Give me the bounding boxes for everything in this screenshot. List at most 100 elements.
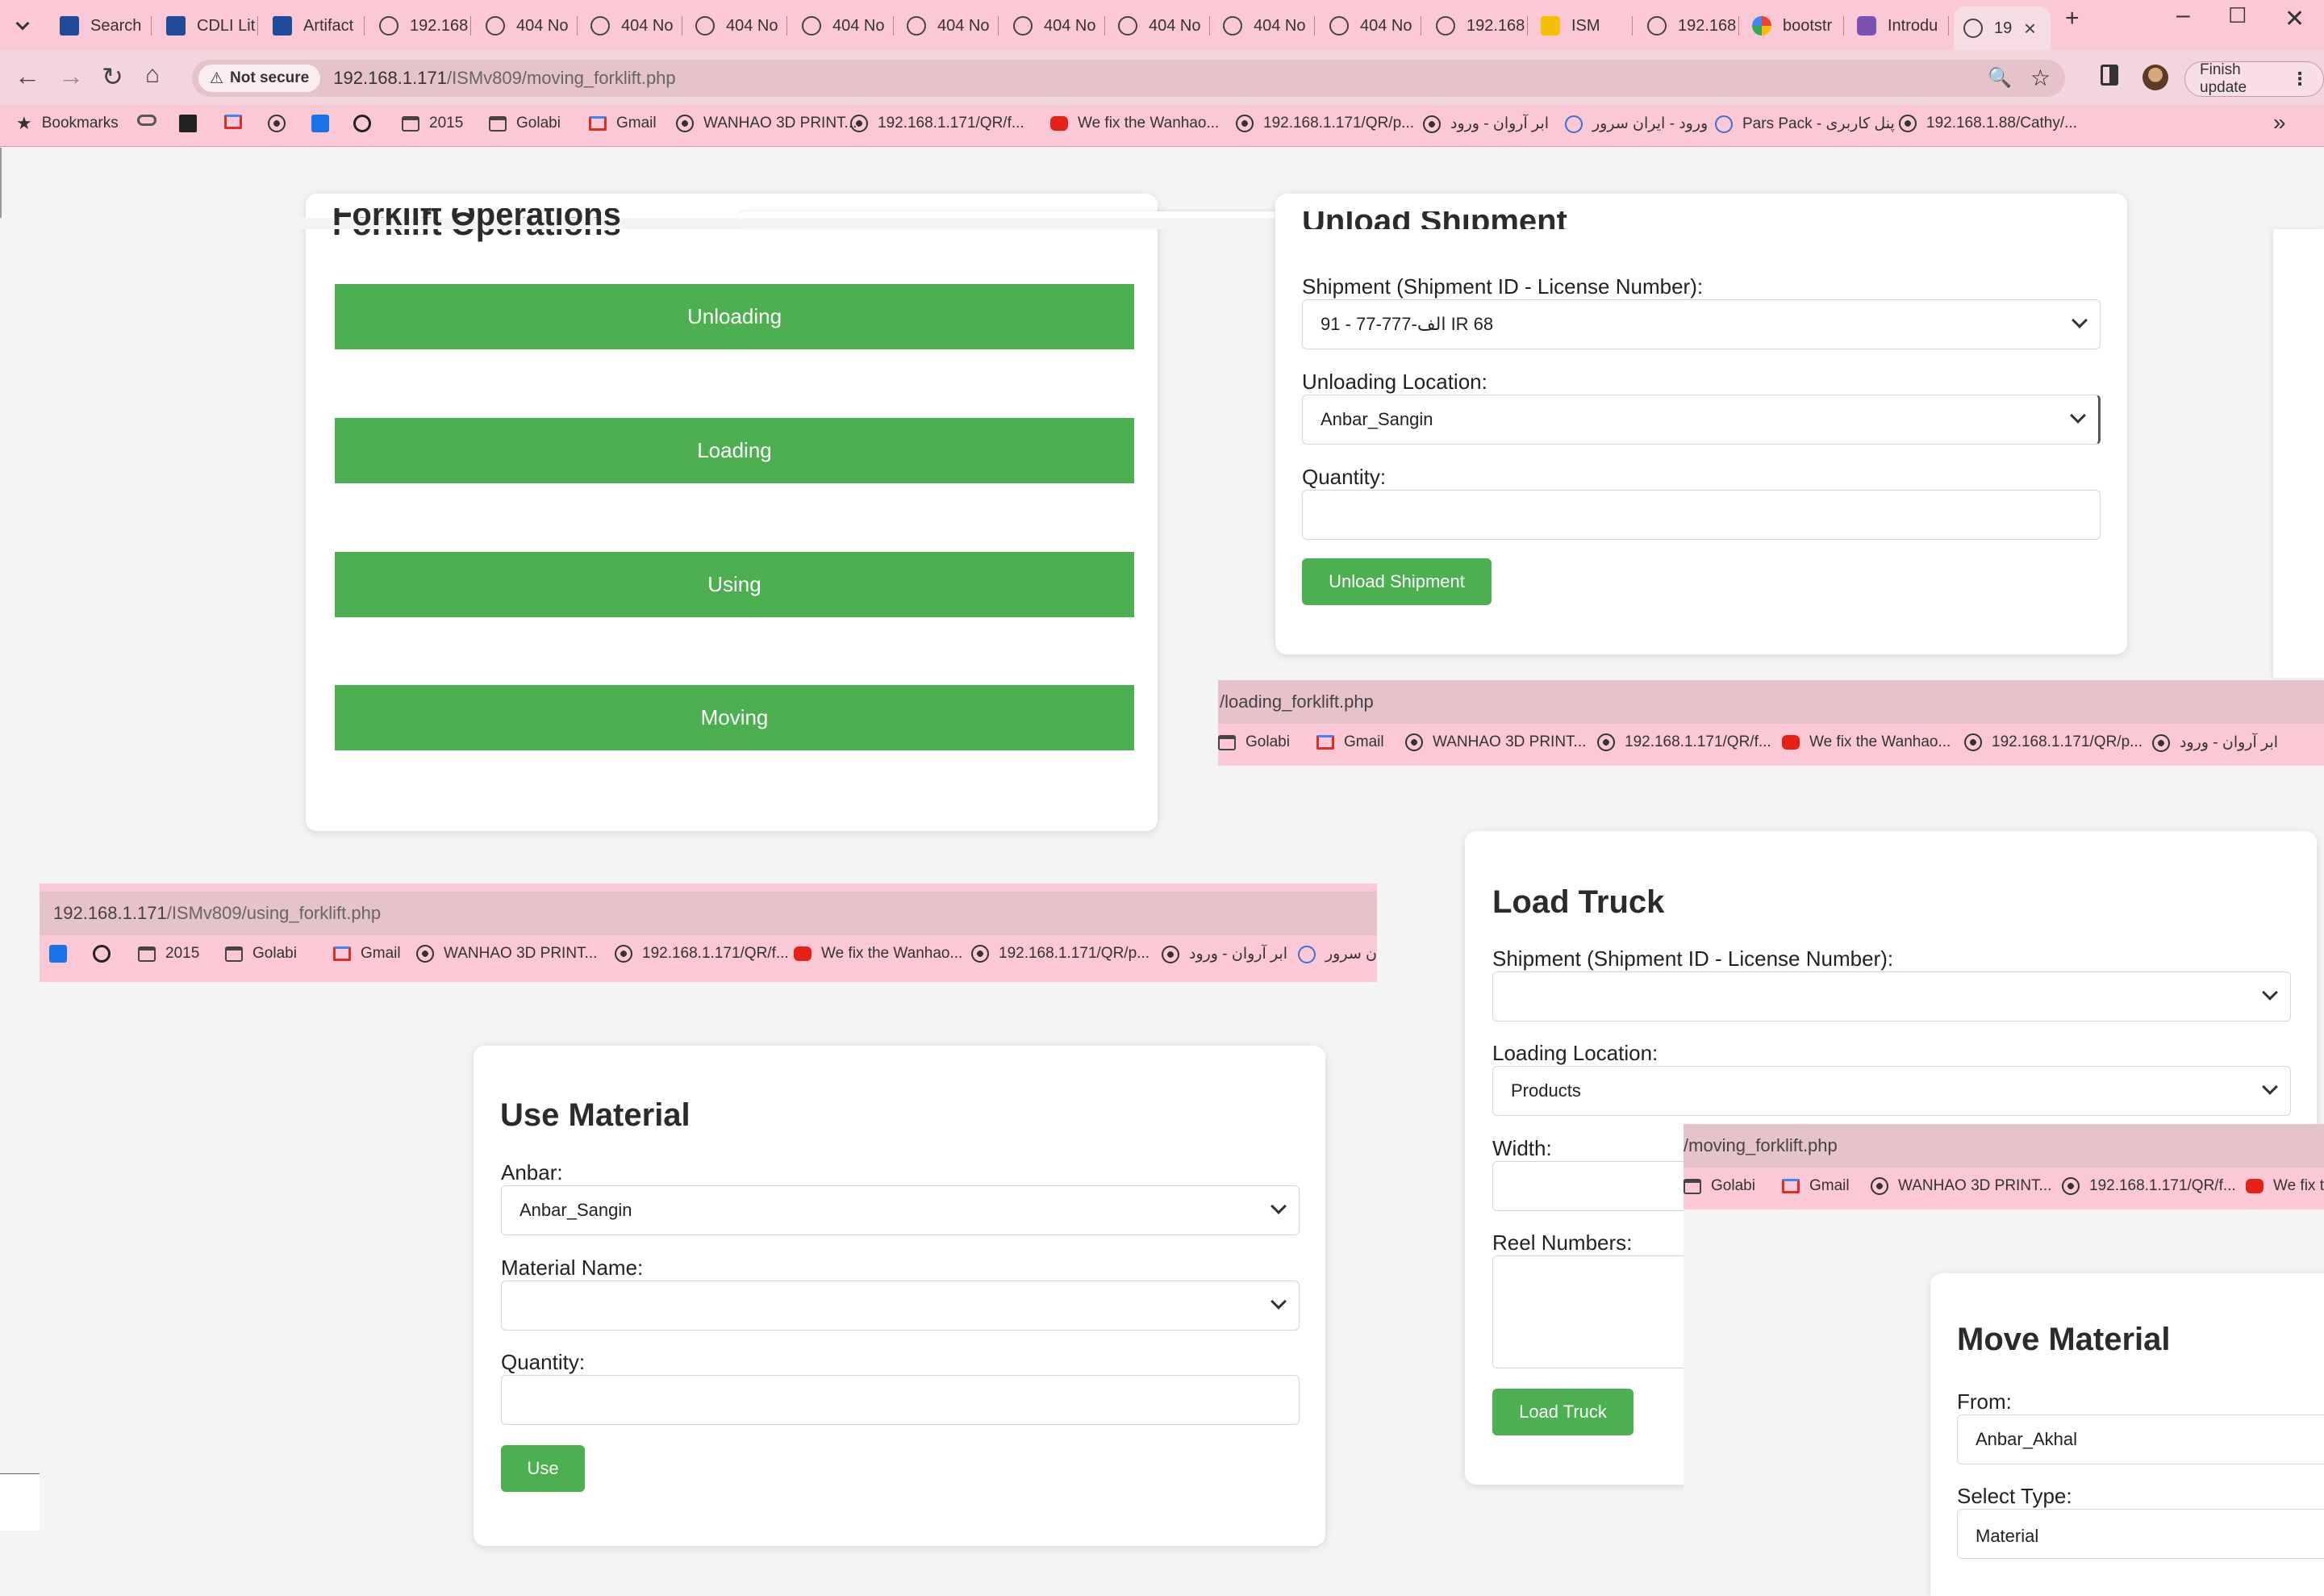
browser-tab[interactable]: 404 No xyxy=(1320,8,1421,44)
bookmark-item[interactable]: Gmail xyxy=(333,945,401,963)
use-quantity-input[interactable] xyxy=(501,1375,1300,1425)
moving-fragment-url-bar[interactable]: /moving_forklift.php xyxy=(1684,1124,2324,1168)
unloading-location-select[interactable]: Anbar_Sangin xyxy=(1302,395,2101,445)
finish-update-button[interactable]: Finish update ⋮ xyxy=(2184,61,2324,97)
bookmark-item[interactable]: 192.168.1.171/QR/f... xyxy=(615,945,789,963)
bookmark-item[interactable]: Pars Pack - پنل کاربری xyxy=(1715,115,1895,133)
bookmark-item[interactable]: 192.168.1.88/Cathy/... xyxy=(1899,115,2077,132)
bookmark-star-icon[interactable]: ☆ xyxy=(2030,65,2051,91)
bookmark-item[interactable]: 192.168.1.171/QR/f... xyxy=(2062,1177,2236,1195)
bookmark-item[interactable]: 2015 xyxy=(402,115,463,132)
using-fragment-url-bar[interactable]: 192.168.1.171/ISMv809/using_forklift.php xyxy=(40,892,1377,935)
browser-tab[interactable]: 404 No xyxy=(1213,8,1315,44)
quantity-input[interactable] xyxy=(1302,490,2101,540)
browser-tab[interactable]: 19 × xyxy=(1954,6,2051,50)
load-truck-button[interactable]: Load Truck xyxy=(1492,1389,1633,1435)
url-text[interactable]: 192.168.1.171/ISMv809/moving_forklift.ph… xyxy=(333,68,675,89)
bookmark-item[interactable]: ابر آروان - ورود xyxy=(2152,733,2278,752)
back-button[interactable]: ← xyxy=(15,61,40,91)
site-security-chip[interactable]: ⚠ Not secure xyxy=(198,65,321,92)
browser-tab[interactable]: Search xyxy=(50,8,152,44)
material-name-select[interactable] xyxy=(501,1281,1300,1331)
browser-tab[interactable]: 192.168 xyxy=(369,8,471,44)
bookmark-item[interactable] xyxy=(49,945,67,963)
tab-search-dropdown[interactable] xyxy=(5,8,42,44)
shipment-select[interactable]: 91 - 77-777-الف IR 68 xyxy=(1302,299,2101,349)
bookmark-item[interactable]: WANHAO 3D PRINT... xyxy=(676,115,857,132)
new-tab-button[interactable]: + xyxy=(2065,5,2080,32)
bookmark-item[interactable] xyxy=(311,115,329,132)
browser-tab[interactable]: 404 No xyxy=(1108,8,1210,44)
bookmark-item[interactable]: ابر آروان - ورود xyxy=(1423,115,1549,133)
zoom-icon[interactable]: 🔍 xyxy=(1988,66,2012,90)
unload-shipment-button[interactable]: Unload Shipment xyxy=(1302,558,1492,605)
home-button[interactable]: ⌂ xyxy=(145,61,160,89)
browser-tab[interactable]: ISM xyxy=(1531,8,1633,44)
bookmark-item[interactable]: ورود - ایران سرور xyxy=(1565,115,1708,133)
bookmark-item[interactable] xyxy=(353,115,371,132)
bookmark-item[interactable]: We fix th xyxy=(2246,1177,2324,1195)
browser-tab[interactable]: 192.168 xyxy=(1426,8,1528,44)
moving-button[interactable]: Moving xyxy=(335,685,1134,750)
bookmark-item[interactable]: 192.168.1.171/QR/p... xyxy=(971,945,1149,963)
bookmark-item[interactable]: Golabi xyxy=(1684,1177,1755,1195)
browser-tab[interactable]: 404 No xyxy=(686,8,787,44)
bookmark-item[interactable]: 192.168.1.171/QR/f... xyxy=(850,115,1024,132)
browser-tab[interactable]: bootstr xyxy=(1742,8,1844,44)
bookmark-item[interactable] xyxy=(268,115,286,132)
forward-button[interactable]: → xyxy=(58,61,84,91)
bookmark-item[interactable]: 192.168.1.171/QR/p... xyxy=(1964,733,2143,751)
bookmark-item[interactable]: We fix the Wanhao... xyxy=(1782,733,1951,751)
bookmark-item[interactable]: ابر آروان - ورود xyxy=(1162,945,1287,963)
bookmark-item[interactable]: Gmail xyxy=(1316,733,1384,751)
bookmark-item[interactable]: We fix the Wanhao... xyxy=(794,945,962,963)
bookmark-item[interactable]: Golabi xyxy=(489,115,561,132)
bookmark-item[interactable]: Gmail xyxy=(1782,1177,1850,1195)
browser-tab[interactable]: 192.168 xyxy=(1638,8,1739,44)
from-select[interactable]: Anbar_Akhal xyxy=(1957,1414,2324,1464)
bookmark-item[interactable]: 2015 xyxy=(138,945,199,963)
browser-tab[interactable]: 404 No xyxy=(792,8,894,44)
bookmark-item[interactable] xyxy=(224,115,242,129)
browser-tab[interactable]: 404 No xyxy=(897,8,999,44)
use-button[interactable]: Use xyxy=(501,1445,585,1492)
bookmark-item[interactable]: WANHAO 3D PRINT... xyxy=(416,945,597,963)
unloading-button[interactable]: Unloading xyxy=(335,284,1134,349)
browser-tab[interactable]: 404 No xyxy=(581,8,682,44)
minimize-button[interactable]: – xyxy=(2176,2,2190,29)
browser-tab[interactable]: 404 No xyxy=(1003,8,1105,44)
loading-location-select[interactable]: Products xyxy=(1492,1066,2291,1116)
loading-button[interactable]: Loading xyxy=(335,418,1134,483)
browser-tab[interactable]: CDLI Lit xyxy=(156,8,258,44)
browser-tab[interactable]: Introdu xyxy=(1847,8,1949,44)
load-shipment-select[interactable] xyxy=(1492,971,2291,1022)
close-window-button[interactable]: ✕ xyxy=(2284,5,2305,33)
more-bookmarks-button[interactable]: » xyxy=(2273,110,2286,136)
avatar[interactable] xyxy=(2143,65,2168,90)
bookmark-item[interactable] xyxy=(137,115,156,126)
reload-button[interactable]: ↻ xyxy=(102,61,123,92)
bookmark-item[interactable] xyxy=(179,115,197,132)
bookmark-item[interactable]: WANHAO 3D PRINT... xyxy=(1405,733,1586,751)
bookmark-item[interactable]: ★ Bookmarks xyxy=(16,115,119,132)
side-panel-button[interactable] xyxy=(2101,65,2118,86)
browser-tab[interactable]: Artifact xyxy=(263,8,365,44)
bookmark-item[interactable]: ران سرور xyxy=(1298,945,1377,963)
bookmark-item[interactable]: 192.168.1.171/QR/p... xyxy=(1236,115,1414,132)
bookmark-item[interactable]: Golabi xyxy=(225,945,297,963)
using-fragment-url-host: 192.168.1.171 xyxy=(53,903,167,923)
bookmark-item[interactable]: WANHAO 3D PRINT... xyxy=(1871,1177,2051,1195)
select-type-select[interactable]: Material xyxy=(1957,1509,2324,1559)
loading-fragment-url-bar[interactable]: /loading_forklift.php xyxy=(1218,680,2324,724)
close-tab-icon[interactable]: × xyxy=(2024,16,2036,41)
bookmark-item[interactable]: 192.168.1.171/QR/f... xyxy=(1597,733,1771,751)
omnibox[interactable]: ⚠ Not secure 192.168.1.171/ISMv809/movin… xyxy=(192,60,2065,97)
bookmark-item[interactable]: Golabi xyxy=(1218,733,1290,751)
bookmark-item[interactable] xyxy=(93,945,111,963)
bookmark-item[interactable]: We fix the Wanhao... xyxy=(1050,115,1219,132)
maximize-button[interactable]: ☐ xyxy=(2228,3,2247,28)
bookmark-item[interactable]: Gmail xyxy=(589,115,657,132)
anbar-select[interactable]: Anbar_Sangin xyxy=(501,1185,1300,1235)
browser-tab[interactable]: 404 No xyxy=(476,8,578,44)
using-button[interactable]: Using xyxy=(335,552,1134,617)
